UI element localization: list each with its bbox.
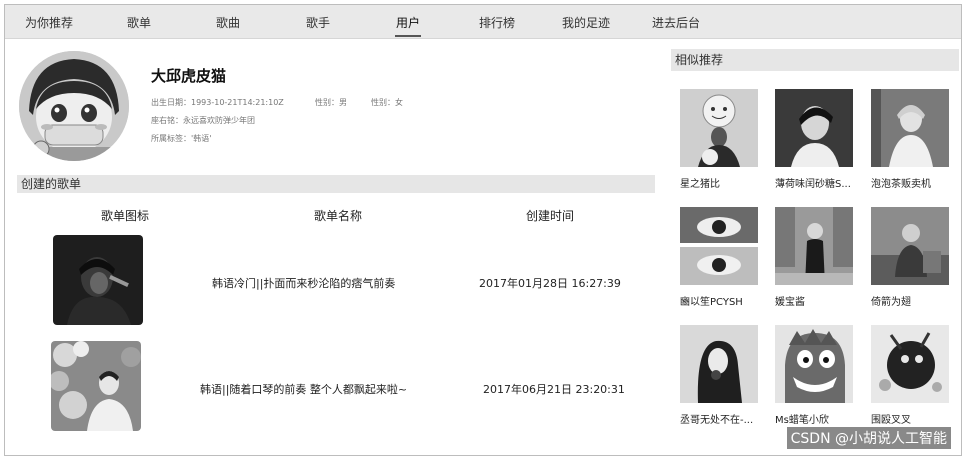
birthday-text: 出生日期：1993-10-21T14:21:10Z bbox=[151, 98, 284, 107]
similar-user-avatar bbox=[775, 207, 853, 285]
similar-user-9[interactable]: 围殴叉叉 bbox=[871, 325, 951, 426]
gender-female-text: 性别：女 bbox=[371, 98, 403, 107]
similar-user-avatar bbox=[680, 325, 758, 403]
nav-item-charts[interactable]: 排行榜 bbox=[479, 14, 515, 31]
similar-user-avatar bbox=[871, 207, 949, 285]
active-tab-indicator bbox=[395, 35, 421, 37]
column-header-name: 歌单名称 bbox=[314, 209, 363, 223]
similar-user-name: 豳以笙PCYSH bbox=[680, 297, 743, 308]
similar-user-avatar bbox=[775, 325, 853, 403]
playlist-name-2[interactable]: 韩语||随着口琴的前奏 整个人都飘起来啦~ bbox=[200, 381, 407, 397]
similar-user-name: 倚箭为翅 bbox=[871, 297, 911, 308]
similar-user-6[interactable]: 倚箭为翅 bbox=[871, 207, 951, 308]
similar-user-7[interactable]: 丞哥无处不在-... bbox=[680, 325, 760, 426]
playlist-cover-2[interactable] bbox=[51, 341, 141, 431]
nav-item-singers[interactable]: 歌手 bbox=[306, 14, 330, 31]
similar-user-avatar bbox=[871, 89, 949, 167]
similar-section-header: 相似推荐 bbox=[671, 49, 959, 71]
similar-user-1[interactable]: 星之猪比 bbox=[680, 89, 760, 190]
top-nav: 为你推荐 歌单 歌曲 歌手 用户 排行榜 我的足迹 进去后台 bbox=[5, 5, 961, 39]
similar-user-name: 星之猪比 bbox=[680, 179, 720, 190]
nav-item-recommend[interactable]: 为你推荐 bbox=[25, 14, 73, 31]
column-header-time: 创建时间 bbox=[526, 209, 575, 223]
similar-user-2[interactable]: 薄荷味闰砂糖S... bbox=[775, 89, 855, 190]
similar-user-4[interactable]: 豳以笙PCYSH bbox=[680, 207, 760, 308]
motto-text: 座右铭：永远喜欢防弹少年团 bbox=[151, 116, 255, 125]
gender-male-text: 性别：男 bbox=[315, 98, 347, 107]
playlists-section-header: 创建的歌单 bbox=[17, 175, 655, 193]
similar-user-name: 媛宝酱 bbox=[775, 297, 805, 308]
nav-item-history[interactable]: 我的足迹 bbox=[562, 14, 610, 31]
tags-text: 所属标签：'韩语' bbox=[151, 134, 212, 143]
watermark: CSDN @小胡说人工智能 bbox=[786, 427, 951, 449]
playlist-cover-1[interactable] bbox=[53, 235, 143, 325]
similar-user-avatar bbox=[775, 89, 853, 167]
nav-item-admin[interactable]: 进去后台 bbox=[652, 14, 700, 31]
similar-user-avatar bbox=[871, 325, 949, 403]
nav-item-users[interactable]: 用户 bbox=[396, 14, 420, 31]
user-avatar bbox=[19, 51, 129, 161]
similar-user-3[interactable]: 泡泡茶贩卖机 bbox=[871, 89, 951, 190]
similar-user-name: 围殴叉叉 bbox=[871, 415, 911, 426]
similar-user-name: Ms蜡笔小欣 bbox=[775, 415, 829, 426]
similar-user-name: 薄荷味闰砂糖S... bbox=[775, 179, 851, 190]
similar-user-avatar bbox=[680, 89, 758, 167]
app-window: 为你推荐 歌单 歌曲 歌手 用户 排行榜 我的足迹 进去后台 大邱虎皮猫 出生日… bbox=[4, 4, 962, 456]
column-header-icon: 歌单图标 bbox=[101, 209, 150, 223]
username: 大邱虎皮猫 bbox=[151, 67, 227, 85]
similar-user-avatar bbox=[680, 207, 758, 285]
similar-user-5[interactable]: 媛宝酱 bbox=[775, 207, 855, 308]
playlist-time-1: 2017年01月28日 16:27:39 bbox=[479, 277, 621, 290]
similar-user-8[interactable]: Ms蜡笔小欣 bbox=[775, 325, 855, 426]
nav-item-playlists[interactable]: 歌单 bbox=[127, 14, 151, 31]
nav-item-songs[interactable]: 歌曲 bbox=[216, 14, 240, 31]
similar-user-name: 泡泡茶贩卖机 bbox=[871, 179, 931, 190]
playlist-time-2: 2017年06月21日 23:20:31 bbox=[483, 383, 625, 396]
playlist-name-1[interactable]: 韩语冷门||扑面而来秒沦陷的痞气前奏 bbox=[212, 275, 395, 291]
similar-user-name: 丞哥无处不在-... bbox=[680, 415, 754, 426]
